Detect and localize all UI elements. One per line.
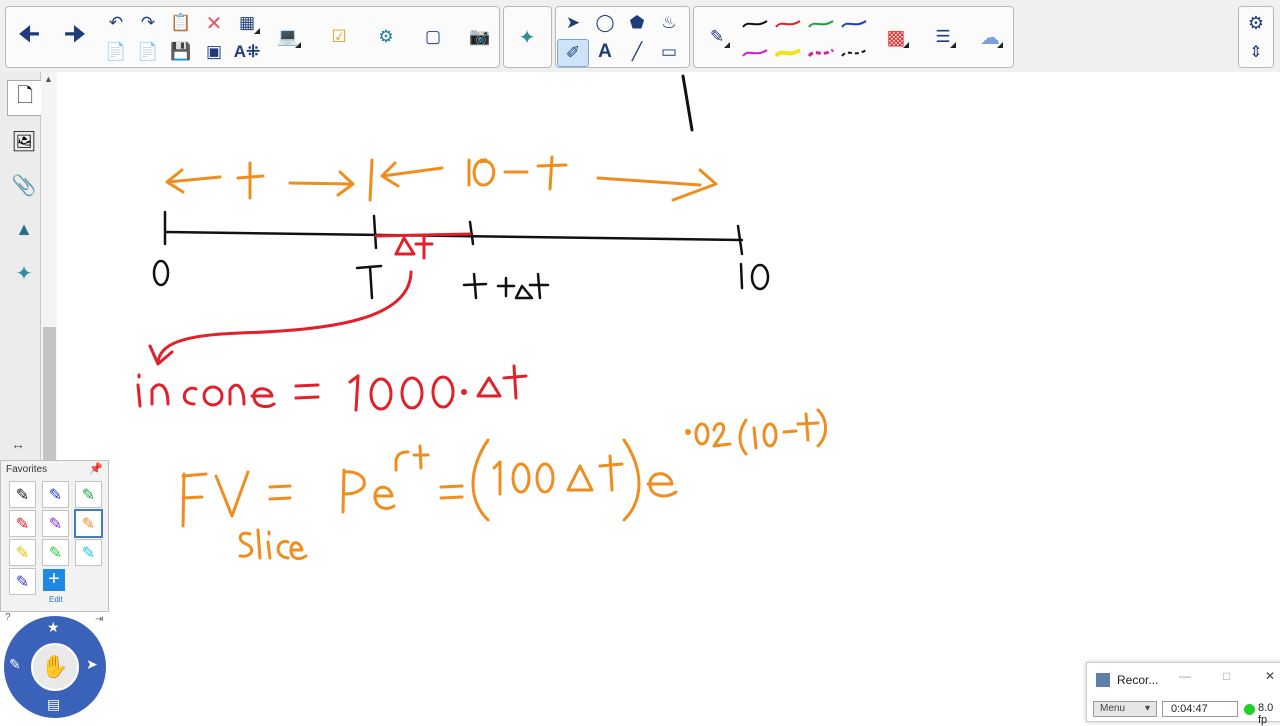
activity-builder-icon[interactable]: ⚙ [371,24,401,50]
ink-future-value-equation [181,408,827,561]
paste-icon[interactable]: 📋 [166,10,196,36]
recorder-app-icon [1096,673,1110,687]
screen-capture-icon[interactable]: 📷 [465,24,495,50]
toolbar-group-file: 🠈 🠊 ↶ ↷ 📋 ✕ ▦ 📄 📄 💾 ▣ A⁜ 💻 ☑ ⚙ ▢ 📷 [5,6,500,68]
recorder-title: Recor... [1117,673,1159,687]
close-icon[interactable]: ✕ [1265,669,1275,683]
pen-swatch-magenta[interactable] [741,44,769,60]
fav-pen-orange[interactable]: ✎ [74,509,103,538]
help-icon[interactable]: ? [5,612,11,623]
pen-swatch-black[interactable] [741,15,769,31]
gallery-icon[interactable]: 🖼 [7,124,41,158]
text-a-icon[interactable]: A [590,39,620,65]
attachments-icon[interactable]: 📎 [7,168,41,202]
fav-magic-pen[interactable]: ✎ [9,568,36,595]
screen-shade-icon[interactable]: ▣ [199,39,229,65]
page-sorter-icon[interactable]: 🗋 [7,80,42,116]
add-ons-puzzle-icon[interactable]: ✦ [7,256,41,290]
forward-arrow-icon[interactable]: 🠊 [60,21,90,50]
ink-delta-t-segment [374,232,472,260]
pen-swatch-red[interactable] [774,15,802,31]
handwritten-ink [136,74,827,561]
toolbar-group-settings: ⚙ ⇕ [1238,6,1274,68]
line-style-icon[interactable]: ☰ [928,24,958,50]
gear-icon[interactable]: ⚙ [1241,10,1271,36]
side-panel-tabs: 🗋 🖼 📎 ▲ ✦ ↔ [0,72,42,462]
fav-pen-green[interactable]: ✎ [75,481,102,508]
text-tool-icon[interactable]: A⁜ [232,39,262,65]
recording-status-icon [1244,704,1255,715]
fav-highlighter-green[interactable]: ✎ [42,539,69,566]
delete-page-icon[interactable]: 📄 [133,39,163,65]
toolbar-move-icon[interactable]: ⇕ [1241,39,1271,65]
fill-bucket-icon[interactable]: ♨ [654,10,684,36]
toolbar-group-addons: ✦ [503,6,552,68]
pen-swatch-pink-dashed[interactable] [807,44,835,60]
recorder-fps: 8.0 fp [1258,702,1274,726]
shape-circle-icon[interactable]: ◯ [590,10,620,36]
chevron-down-icon: ▾ [1144,703,1150,714]
line-icon[interactable]: ╱ [622,39,652,65]
ink-interval-arrows [165,155,718,202]
pen-wheel-icon[interactable]: ✎ [9,656,21,673]
delete-icon[interactable]: ✕ [199,10,229,36]
scroll-up-icon[interactable]: ▲ [44,74,53,84]
expand-panel-icon[interactable]: ↔ [11,436,25,452]
toolbar-group-pens: ✎ ▩ ☰ ☁ [693,6,1014,68]
fav-pen-red[interactable]: ✎ [9,510,36,537]
add-page-icon[interactable]: 📄 [101,39,131,65]
pen-icon[interactable]: ✎ [702,24,732,50]
star-icon[interactable]: ★ [47,619,60,636]
main-toolbar: 🠈 🠊 ↶ ↷ 📋 ✕ ▦ 📄 📄 💾 ▣ A⁜ 💻 ☑ ⚙ ▢ 📷 ✦ ➤ ◯… [0,0,1280,73]
ink-income-equation [136,364,528,412]
undo-icon[interactable]: ↶ [101,10,131,36]
pen-swatch-green[interactable] [807,15,835,31]
recorder-menu-dropdown[interactable]: Menu ▾ [1093,701,1157,717]
toolbar-group-tools: ➤ ◯ ⬟ ♨ ✐ A ╱ ▭ [555,6,690,68]
pen-swatch-blue[interactable] [840,15,868,31]
back-arrow-icon[interactable]: 🠈 [14,21,44,50]
color-palette-icon[interactable]: ▩ [881,24,911,50]
recorder-window: Recor... — □ ✕ Menu ▾ 0:04:47 8.0 fp [1086,662,1280,726]
favorites-title: Favorites [6,464,48,475]
effects-cloud-icon[interactable]: ☁ [975,24,1005,50]
redo-icon[interactable]: ↷ [133,10,163,36]
collapse-icon[interactable]: ⇥ [95,614,103,625]
recorder-menu-label: Menu [1100,703,1126,714]
edit-favorites-link[interactable]: Edit [49,595,63,604]
fav-highlighter-cyan[interactable]: ✎ [75,539,102,566]
recorder-elapsed-time: 0:04:47 [1162,701,1238,717]
tool-wheel[interactable]: ★ ✎ ➤ ▤ ✋ [4,616,106,718]
select-wheel-icon[interactable]: ➤ [86,656,98,673]
eraser-icon[interactable]: ▭ [654,39,684,65]
puzzle-piece-icon[interactable]: ✦ [512,24,542,50]
fav-pen-purple[interactable]: ✎ [42,510,69,537]
ink-stroke-black-top [681,74,694,132]
select-arrow-icon[interactable]: ➤ [558,10,588,36]
table-icon[interactable]: ▦ [232,10,262,36]
side-scrollbar[interactable]: ▲ [41,72,57,462]
pen-swatch-yellow[interactable] [774,44,802,60]
pin-icon[interactable]: 📌 [89,462,103,475]
save-icon[interactable]: 💾 [166,39,196,65]
toolbox-icon[interactable]: ▤ [47,696,60,713]
whiteboard-canvas[interactable] [57,72,1280,720]
maximize-icon[interactable]: □ [1223,669,1230,683]
scroll-thumb[interactable] [43,327,56,462]
minimize-icon[interactable]: — [1179,669,1191,683]
fav-pen-blue[interactable]: ✎ [42,481,69,508]
properties-icon[interactable]: ▲ [7,212,41,246]
response-icon[interactable]: ☑ [324,24,354,50]
pens-tool-icon[interactable]: ✐ [557,39,589,67]
favorites-panel: Favorites 📌 ✎ ✎ ✎ ✎ ✎ ✎ ✎ ✎ ✎ ✎ + Edit [0,460,109,612]
hand-pointer-icon[interactable]: ✋ [31,643,79,691]
ink-axis-labels [152,259,770,300]
pen-swatch-black-dashed[interactable] [840,44,868,60]
add-favorite-icon[interactable]: + [43,569,65,591]
fav-highlighter-yellow[interactable]: ✎ [9,539,36,566]
document-camera-icon[interactable]: ▢ [418,24,448,50]
polygon-icon[interactable]: ⬟ [622,10,652,36]
fav-pen-black[interactable]: ✎ [9,481,36,508]
display-icon[interactable]: 💻 [273,24,303,50]
